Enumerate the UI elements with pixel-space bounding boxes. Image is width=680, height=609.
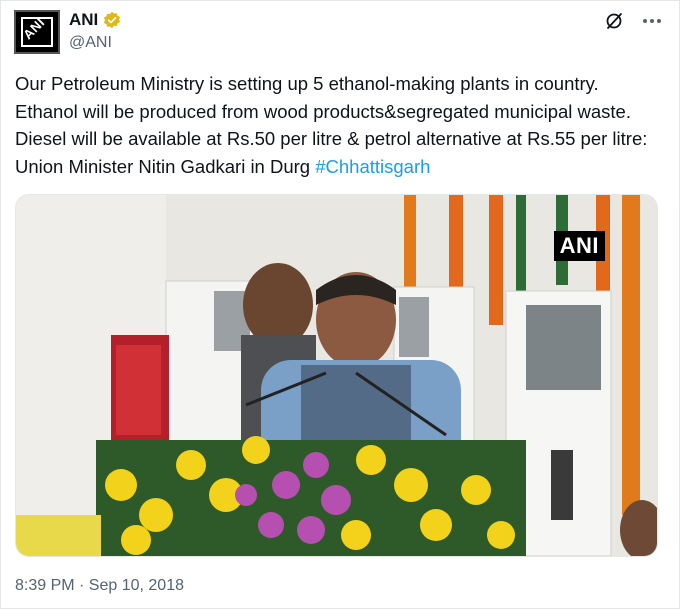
author-name[interactable]: ANI xyxy=(69,10,98,30)
tweet-card: ANI ANI @ANI Our Petroleum Ministry is s… xyxy=(0,0,680,609)
author-avatar[interactable]: ANI xyxy=(14,10,60,54)
grok-icon[interactable] xyxy=(603,10,625,32)
media-watermark: ANI xyxy=(553,231,605,261)
more-icon[interactable] xyxy=(641,10,663,32)
tweet-timestamp[interactable]: 8:39 PM · Sep 10, 2018 xyxy=(15,577,184,595)
hashtag-link[interactable]: #Chhattisgarh xyxy=(315,156,430,177)
tweet-actions-top xyxy=(603,10,663,32)
author-handle[interactable]: @ANI xyxy=(69,34,112,52)
tweet-media-image[interactable]: ANI xyxy=(15,194,658,557)
verified-badge-icon xyxy=(104,11,121,29)
author-name-row: ANI xyxy=(69,10,121,30)
tweet-text: Our Petroleum Ministry is setting up 5 e… xyxy=(15,70,665,180)
